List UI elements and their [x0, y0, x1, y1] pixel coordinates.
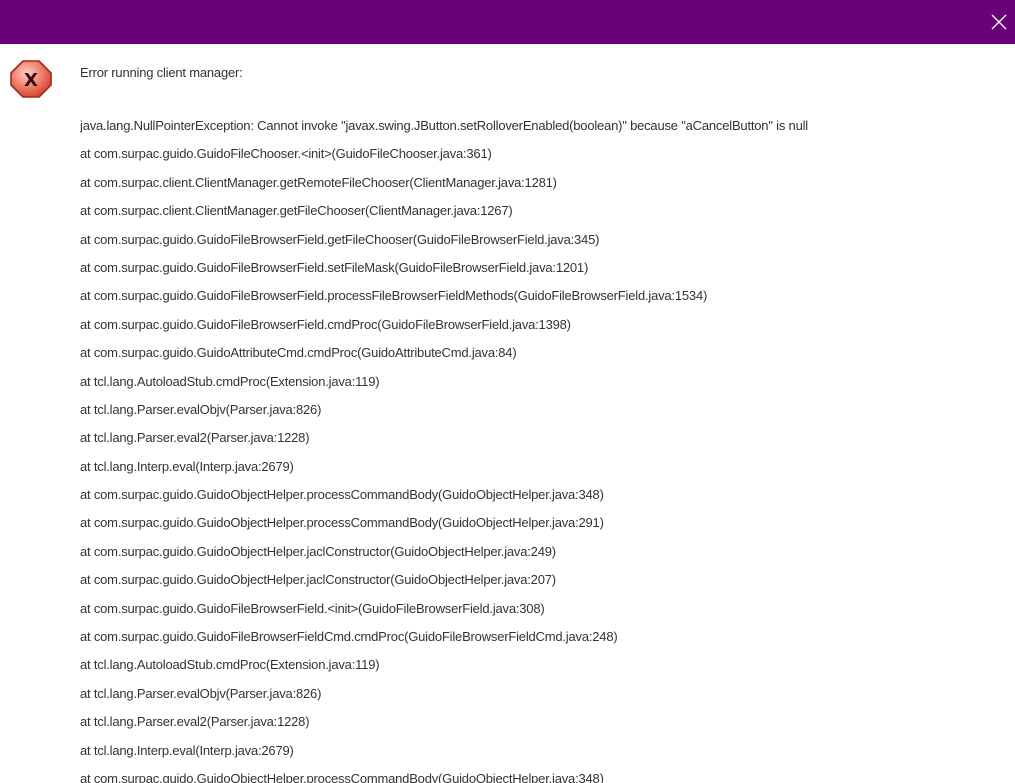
stack-trace-line: at tcl.lang.Parser.eval2(Parser.java:122… [80, 430, 310, 446]
stack-trace-line: at com.surpac.guido.GuidoObjectHelper.pr… [80, 487, 604, 503]
stack-trace-line: at com.surpac.guido.GuidoFileBrowserFiel… [80, 629, 618, 645]
stack-trace-line: at tcl.lang.AutoloadStub.cmdProc(Extensi… [80, 373, 380, 389]
stack-trace-line: at tcl.lang.Interp.eval(Interp.java:2679… [80, 742, 294, 758]
stack-trace-line: at com.surpac.guido.GuidoObjectHelper.ja… [80, 572, 556, 588]
stack-trace-line: at tcl.lang.Interp.eval(Interp.java:2679… [80, 458, 294, 474]
stack-trace-line: at tcl.lang.Parser.eval2(Parser.java:122… [80, 714, 310, 730]
stack-trace-line: at com.surpac.guido.GuidoFileChooser.<in… [80, 146, 492, 162]
error-dialog: X Error running client manager: java.lan… [0, 0, 1015, 783]
stack-trace-line: at tcl.lang.Parser.evalObjv(Parser.java:… [80, 685, 322, 701]
stack-trace-line: at tcl.lang.AutoloadStub.cmdProc(Extensi… [80, 657, 380, 673]
stack-trace-line: at com.surpac.guido.GuidoFileBrowserFiel… [80, 259, 589, 275]
stack-trace-line: at tcl.lang.Parser.evalObjv(Parser.java:… [80, 401, 322, 417]
stack-trace-line: java.lang.NullPointerException: Cannot i… [80, 118, 808, 133]
close-button[interactable] [987, 0, 1015, 44]
stack-trace-line: at com.surpac.guido.GuidoFileBrowserFiel… [80, 316, 571, 332]
stack-trace-line: at com.surpac.guido.GuidoObjectHelper.pr… [80, 515, 604, 531]
stack-trace-line: at com.surpac.guido.GuidoAttributeCmd.cm… [80, 345, 517, 361]
error-x-icon: X [9, 59, 53, 99]
stack-trace-line: at com.surpac.client.ClientManager.getFi… [80, 203, 513, 219]
stack-trace-line: at com.surpac.guido.GuidoFileBrowserFiel… [80, 288, 708, 304]
title-bar[interactable] [0, 0, 1015, 44]
svg-text:X: X [24, 70, 38, 91]
stack-trace-line: at com.surpac.guido.GuidoFileBrowserFiel… [80, 600, 545, 616]
stack-trace-line: at com.surpac.guido.GuidoFileBrowserFiel… [80, 231, 600, 247]
error-heading: Error running client manager: [80, 65, 243, 80]
stack-trace-line: at com.surpac.guido.GuidoObjectHelper.pr… [80, 770, 604, 783]
stack-trace-line: at com.surpac.client.ClientManager.getRe… [80, 174, 557, 190]
stack-trace: java.lang.NullPointerException: Cannot i… [80, 118, 808, 783]
stack-trace-line: at com.surpac.guido.GuidoObjectHelper.ja… [80, 543, 556, 559]
close-icon [991, 14, 1007, 30]
message-area: Error running client manager: java.lang.… [80, 44, 1015, 783]
